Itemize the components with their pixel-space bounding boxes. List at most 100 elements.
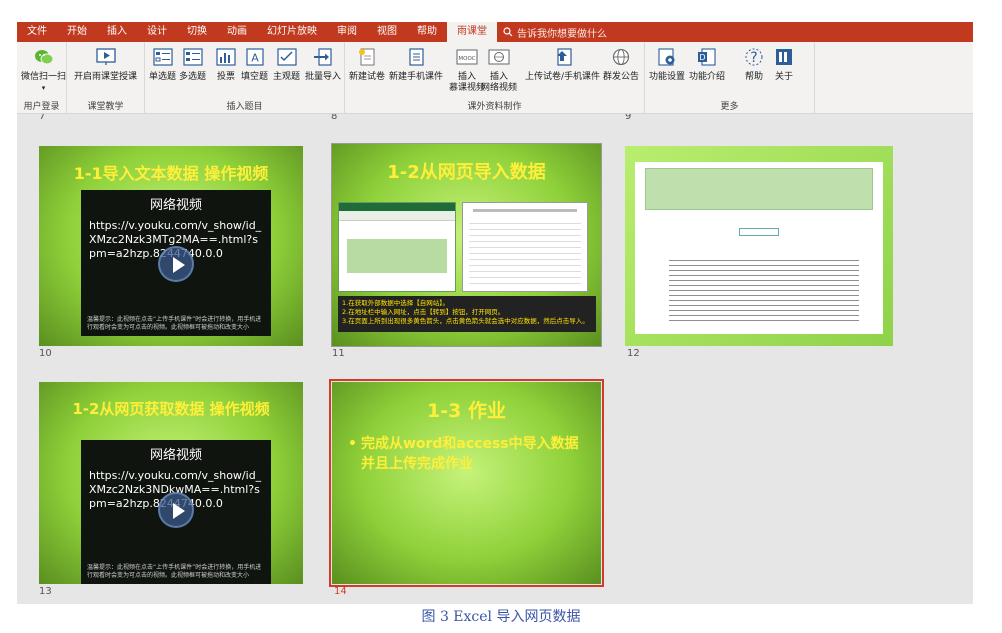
tab-review[interactable]: 审阅 bbox=[327, 22, 367, 42]
group-label-insert-questions: 插入题目 bbox=[226, 102, 263, 112]
web-video-icon bbox=[488, 46, 510, 68]
tab-view[interactable]: 视图 bbox=[367, 22, 407, 42]
batch-import-label: 批量导入 bbox=[305, 72, 342, 82]
group-label-more: 更多 bbox=[720, 102, 739, 112]
tab-transitions[interactable]: 切换 bbox=[177, 22, 217, 42]
tab-home[interactable]: 开始 bbox=[57, 22, 97, 42]
figure-caption: 图 3 Excel 导入网页数据 bbox=[421, 609, 581, 625]
multiple-choice-icon bbox=[182, 46, 204, 68]
mooc-icon: MOOC bbox=[456, 46, 478, 68]
tab-animations[interactable]: 动画 bbox=[217, 22, 257, 42]
slide-number: 14 bbox=[334, 586, 347, 597]
tab-file[interactable]: 文件 bbox=[17, 22, 57, 42]
tab-help[interactable]: 帮助 bbox=[407, 22, 447, 42]
tab-insert[interactable]: 插入 bbox=[97, 22, 137, 42]
spreadsheet-screenshot bbox=[635, 162, 883, 334]
group-insert-questions: 单选题 多选题 投票 A 填空题 主观题 批量导入 插入题目 bbox=[145, 42, 345, 114]
video-heading: 网络视频 bbox=[149, 448, 202, 463]
group-materials: 新建试卷 新建手机课件 MOOC 插入 慕课视频 插入 网络视频 上传试卷/手机… bbox=[345, 42, 645, 114]
video-note: 温馨提示：此视频在点击“上传手机课件”时会进行转换，用手机进行观看时会变为可点击… bbox=[87, 564, 262, 579]
video-heading: 网络视频 bbox=[149, 198, 202, 213]
vote-label: 投票 bbox=[216, 72, 235, 82]
tab-slideshow[interactable]: 幻灯片放映 bbox=[257, 22, 327, 42]
wechat-scan-label: 微信扫一扫 bbox=[21, 72, 67, 82]
upload-courseware-button[interactable]: 上传试卷/手机课件 bbox=[525, 46, 600, 83]
step-text: 2.在地址栏中输入网址，点击【转到】按钮，打开网页。 bbox=[342, 308, 505, 316]
slide-thumbnail-11[interactable]: 1-2从网页导入数据 1.在获取外部数据中选择【自网站】。 2.在地址栏中输入网… bbox=[331, 143, 602, 347]
video-note: 温馨提示：此视频在点击“上传手机课件”时会进行转换，用手机进行观看时会变为可点击… bbox=[87, 316, 262, 331]
upload-courseware-label: 上传试卷/手机课件 bbox=[525, 72, 601, 82]
new-paper-label: 新建试卷 bbox=[349, 72, 386, 82]
group-label-user-login: 用户登录 bbox=[23, 102, 60, 112]
fill-blank-button[interactable]: A 填空题 bbox=[241, 46, 268, 83]
tab-rain-classroom[interactable]: 雨课堂 bbox=[447, 22, 497, 42]
batch-import-button[interactable]: 批量导入 bbox=[305, 46, 341, 83]
broadcast-notice-button[interactable]: 群发公告 bbox=[603, 46, 639, 83]
vote-button[interactable]: 投票 bbox=[215, 46, 237, 83]
webpage-screenshot-right bbox=[462, 202, 588, 292]
slide-title: 1-2从网页获取数据 操作视频 bbox=[72, 400, 270, 418]
bullet-dot: • bbox=[348, 436, 357, 452]
broadcast-notice-label: 群发公告 bbox=[603, 72, 640, 82]
app-window: 文件 开始 插入 设计 切换 动画 幻灯片放映 审阅 视图 帮助 雨课堂 告诉我… bbox=[0, 0, 1002, 633]
wechat-icon bbox=[33, 46, 55, 68]
group-user-login: 微信扫一扫 ▾ 用户登录 bbox=[17, 42, 67, 114]
group-classroom: 开启雨课堂授课 课堂教学 bbox=[67, 42, 145, 114]
slide-thumbnail-14[interactable]: 1-3 作业 • 完成从word和access中导入数据并且上传完成作业 bbox=[329, 379, 604, 587]
tab-design[interactable]: 设计 bbox=[137, 22, 177, 42]
insert-web-video-button[interactable]: 插入 网络视频 bbox=[481, 46, 517, 94]
slide-number: 9 bbox=[625, 114, 632, 122]
slide-thumbnail-13[interactable]: 1-2从网页获取数据 操作视频 网络视频 https://v.youku.com… bbox=[39, 382, 303, 584]
help-label: 帮助 bbox=[744, 72, 763, 82]
slide-title: 1-2从网页导入数据 bbox=[387, 162, 546, 183]
insert-web-video-label: 插入 网络视频 bbox=[481, 72, 518, 93]
start-class-button[interactable]: 开启雨课堂授课 bbox=[74, 46, 137, 83]
svg-text:MOOC: MOOC bbox=[458, 56, 475, 62]
play-icon[interactable] bbox=[158, 492, 194, 528]
about-icon bbox=[773, 46, 795, 68]
settings-button[interactable]: 功能设置 bbox=[649, 46, 685, 83]
fill-blank-icon: A bbox=[244, 46, 266, 68]
slide-thumbnail-12[interactable] bbox=[625, 146, 893, 346]
new-mobile-courseware-button[interactable]: 新建手机课件 bbox=[389, 46, 443, 83]
bar-chart-icon bbox=[215, 46, 237, 68]
document-d-icon: D bbox=[696, 46, 718, 68]
settings-label: 功能设置 bbox=[649, 72, 686, 82]
new-mobile-courseware-label: 新建手机课件 bbox=[389, 72, 444, 82]
insert-mooc-video-button[interactable]: MOOC 插入 慕课视频 bbox=[449, 46, 485, 94]
new-paper-button[interactable]: 新建试卷 bbox=[349, 46, 385, 83]
group-label-classroom: 课堂教学 bbox=[87, 102, 124, 112]
group-label-materials: 课外资料制作 bbox=[467, 102, 522, 112]
single-choice-icon bbox=[152, 46, 174, 68]
svg-text:?: ? bbox=[750, 50, 757, 66]
single-choice-label: 单选题 bbox=[149, 72, 177, 82]
upload-icon bbox=[552, 46, 574, 68]
slide-number: 7 bbox=[39, 114, 46, 122]
video-placeholder[interactable]: 网络视频 https://v.youku.com/v_show/id_XMzc2… bbox=[81, 440, 271, 584]
slide-thumbnail-10[interactable]: 1-1导入文本数据 操作视频 网络视频 https://v.youku.com/… bbox=[39, 146, 303, 346]
tell-me-search[interactable]: 告诉我你想要做什么 bbox=[497, 25, 607, 40]
slide-number: 13 bbox=[39, 586, 52, 597]
video-placeholder[interactable]: 网络视频 https://v.youku.com/v_show/id_XMzc2… bbox=[81, 190, 271, 336]
help-icon: ? bbox=[743, 46, 765, 68]
slide-sorter: 7 8 9 1-1导入文本数据 操作视频 网络视频 https://v.youk… bbox=[17, 114, 973, 604]
wechat-scan-button[interactable]: 微信扫一扫 ▾ bbox=[21, 46, 66, 94]
ribbon: 微信扫一扫 ▾ 用户登录 开启雨课堂授课 课堂教学 单选题 多选题 投票 A 填… bbox=[17, 42, 973, 114]
about-button[interactable]: 关于 bbox=[773, 46, 795, 83]
svg-text:A: A bbox=[251, 52, 259, 65]
bullet-text: 完成从word和access中导入数据并且上传完成作业 bbox=[360, 436, 579, 472]
group-more: 功能设置 D 功能介绍 ? 帮助 关于 更多 bbox=[645, 42, 815, 114]
start-class-label: 开启雨课堂授课 bbox=[74, 72, 138, 82]
import-icon bbox=[312, 46, 334, 68]
about-label: 关于 bbox=[774, 72, 793, 82]
subjective-label: 主观题 bbox=[273, 72, 301, 82]
chevron-down-icon: ▾ bbox=[41, 84, 46, 92]
intro-button[interactable]: D 功能介绍 bbox=[689, 46, 725, 83]
multiple-choice-button[interactable]: 多选题 bbox=[179, 46, 206, 83]
play-screen-icon bbox=[95, 46, 117, 68]
insert-mooc-video-label: 插入 慕课视频 bbox=[449, 72, 486, 93]
single-choice-button[interactable]: 单选题 bbox=[149, 46, 176, 83]
play-icon[interactable] bbox=[158, 246, 194, 282]
help-button[interactable]: ? 帮助 bbox=[743, 46, 765, 83]
subjective-button[interactable]: 主观题 bbox=[273, 46, 300, 83]
